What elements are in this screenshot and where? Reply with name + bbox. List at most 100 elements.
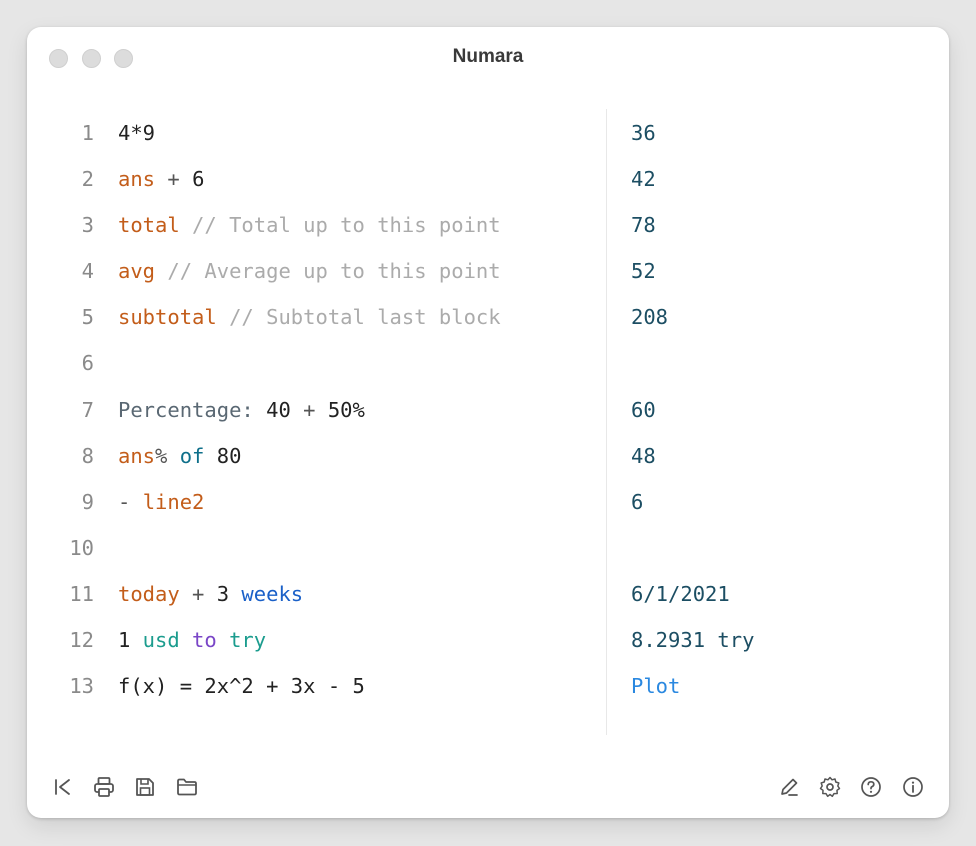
code-token: of: [167, 443, 217, 468]
line-number: 8: [81, 443, 94, 468]
settings-button[interactable]: [817, 774, 843, 800]
code-token: +: [179, 581, 217, 606]
line-number: 13: [69, 674, 94, 699]
line-code[interactable]: today + 3 weeks: [118, 582, 303, 606]
title-bar: Numara: [27, 27, 949, 89]
open-folder-icon: [177, 778, 197, 796]
result-value: 60: [631, 397, 656, 422]
result-value: 36: [631, 121, 656, 145]
pane-divider[interactable]: [606, 109, 607, 735]
result-value: 208: [631, 305, 669, 330]
line-code[interactable]: f(x) = 2x^2 + 3x - 5: [118, 674, 365, 698]
result-line: 208: [631, 296, 931, 342]
code-token: 80: [216, 443, 242, 468]
code-token: total: [118, 213, 180, 238]
line-code[interactable]: total // Total up to this point: [118, 213, 501, 237]
code-token: to: [179, 628, 217, 653]
code-token: usd: [130, 628, 180, 653]
settings-icon: [819, 776, 841, 798]
window-title: Numara: [452, 46, 524, 67]
code-token: // Total up to this point: [179, 213, 501, 238]
code-token: f(x) = 2x^2 + 3x - 5: [118, 674, 365, 699]
print-icon: [94, 777, 114, 797]
code-token: 50%: [327, 397, 365, 422]
line-code[interactable]: ans + 6: [118, 167, 204, 191]
editor-pane[interactable]: 1 4*9 2 ans + 6 3 total // Total up to this p…: [27, 112, 607, 711]
result-line: 42: [631, 158, 931, 204]
result-line: 48: [631, 435, 931, 481]
help-button[interactable]: [858, 774, 884, 800]
result-value: 8.2931 try: [631, 628, 755, 653]
line-number: 11: [69, 581, 94, 606]
info-button[interactable]: [900, 774, 926, 800]
result-line[interactable]: Plot: [631, 665, 931, 711]
line-number: 5: [81, 305, 94, 330]
code-token: -: [118, 489, 143, 514]
code-token: try: [216, 628, 267, 653]
line-number: 10: [69, 535, 94, 560]
result-line: 36: [631, 112, 931, 158]
line-code[interactable]: 4*9: [118, 121, 155, 145]
line-code[interactable]: ans% of 80: [118, 444, 241, 468]
code-token: line2: [142, 489, 205, 514]
print-button[interactable]: [91, 774, 117, 800]
line-code[interactable]: 1 usd to try: [118, 628, 266, 652]
editor-line[interactable]: 6: [27, 342, 607, 388]
result-value: 6/1/2021: [631, 581, 730, 606]
code-token: Percentage:: [118, 397, 254, 422]
results-pane: 36 42 78 52 208 60 48 6 6/1/2021 8.2931 try Plot: [631, 112, 931, 711]
edit-icon: [781, 778, 798, 796]
result-line: [631, 342, 931, 388]
editor-line[interactable]: 3 total // Total up to this point: [27, 204, 607, 250]
line-code[interactable]: subtotal // Subtotal last block: [118, 305, 501, 329]
code-token: 40: [253, 397, 291, 422]
bottom-toolbar: [27, 767, 949, 805]
editor-line[interactable]: 1 4*9: [27, 112, 607, 158]
result-value: 48: [631, 443, 656, 468]
line-number: 7: [81, 397, 94, 422]
code-token: today: [118, 581, 180, 606]
line-number: 1: [81, 121, 94, 145]
code-token: avg: [118, 259, 156, 284]
line-number: 3: [81, 213, 94, 238]
save-icon: [136, 778, 154, 796]
editor-line[interactable]: 9- line2: [27, 481, 607, 527]
editor-line[interactable]: 13 f(x) = 2x^2 + 3x - 5: [27, 665, 607, 711]
editor-line[interactable]: 5 subtotal // Subtotal last block: [27, 296, 607, 342]
plot-link[interactable]: Plot: [631, 674, 680, 698]
info-icon: [903, 777, 923, 797]
code-token: 1: [118, 628, 131, 653]
result-value: 6: [631, 489, 644, 514]
code-token: weeks: [229, 581, 304, 606]
editor-line[interactable]: 11 today + 3 weeks: [27, 573, 607, 619]
code-token: subtotal: [118, 305, 217, 330]
code-token: 3: [216, 581, 230, 606]
editor-line[interactable]: 2 ans + 6: [27, 158, 607, 204]
save-button[interactable]: [132, 774, 158, 800]
result-value: 52: [631, 259, 656, 284]
result-line: 8.2931 try: [631, 619, 931, 665]
code-token: 6: [192, 167, 205, 192]
line-number: 9: [81, 489, 94, 514]
clear-button[interactable]: [50, 774, 76, 800]
result-line: [631, 527, 931, 573]
editor-line[interactable]: 10: [27, 527, 607, 573]
code-token: %: [155, 443, 168, 468]
line-number: 2: [81, 167, 94, 192]
result-value: 78: [631, 213, 656, 238]
clear-icon: [55, 779, 70, 795]
help-icon: [861, 777, 881, 797]
line-code[interactable]: Percentage: 40 + 50%: [118, 398, 365, 422]
open-button[interactable]: [174, 774, 200, 800]
edit-button[interactable]: [776, 774, 802, 800]
code-token: // Subtotal last block: [216, 305, 501, 330]
editor-line[interactable]: 12 1 usd to try: [27, 619, 607, 665]
editor-line[interactable]: 8 ans% of 80: [27, 435, 607, 481]
result-line: 6/1/2021: [631, 573, 931, 619]
result-line: 60: [631, 389, 931, 435]
editor-line[interactable]: 7 Percentage: 40 + 50%: [27, 389, 607, 435]
line-code[interactable]: - line2: [118, 490, 204, 514]
editor-line[interactable]: 4 avg // Average up to this point: [27, 250, 607, 296]
code-token: +: [290, 397, 328, 422]
line-code[interactable]: avg // Average up to this point: [118, 259, 501, 283]
